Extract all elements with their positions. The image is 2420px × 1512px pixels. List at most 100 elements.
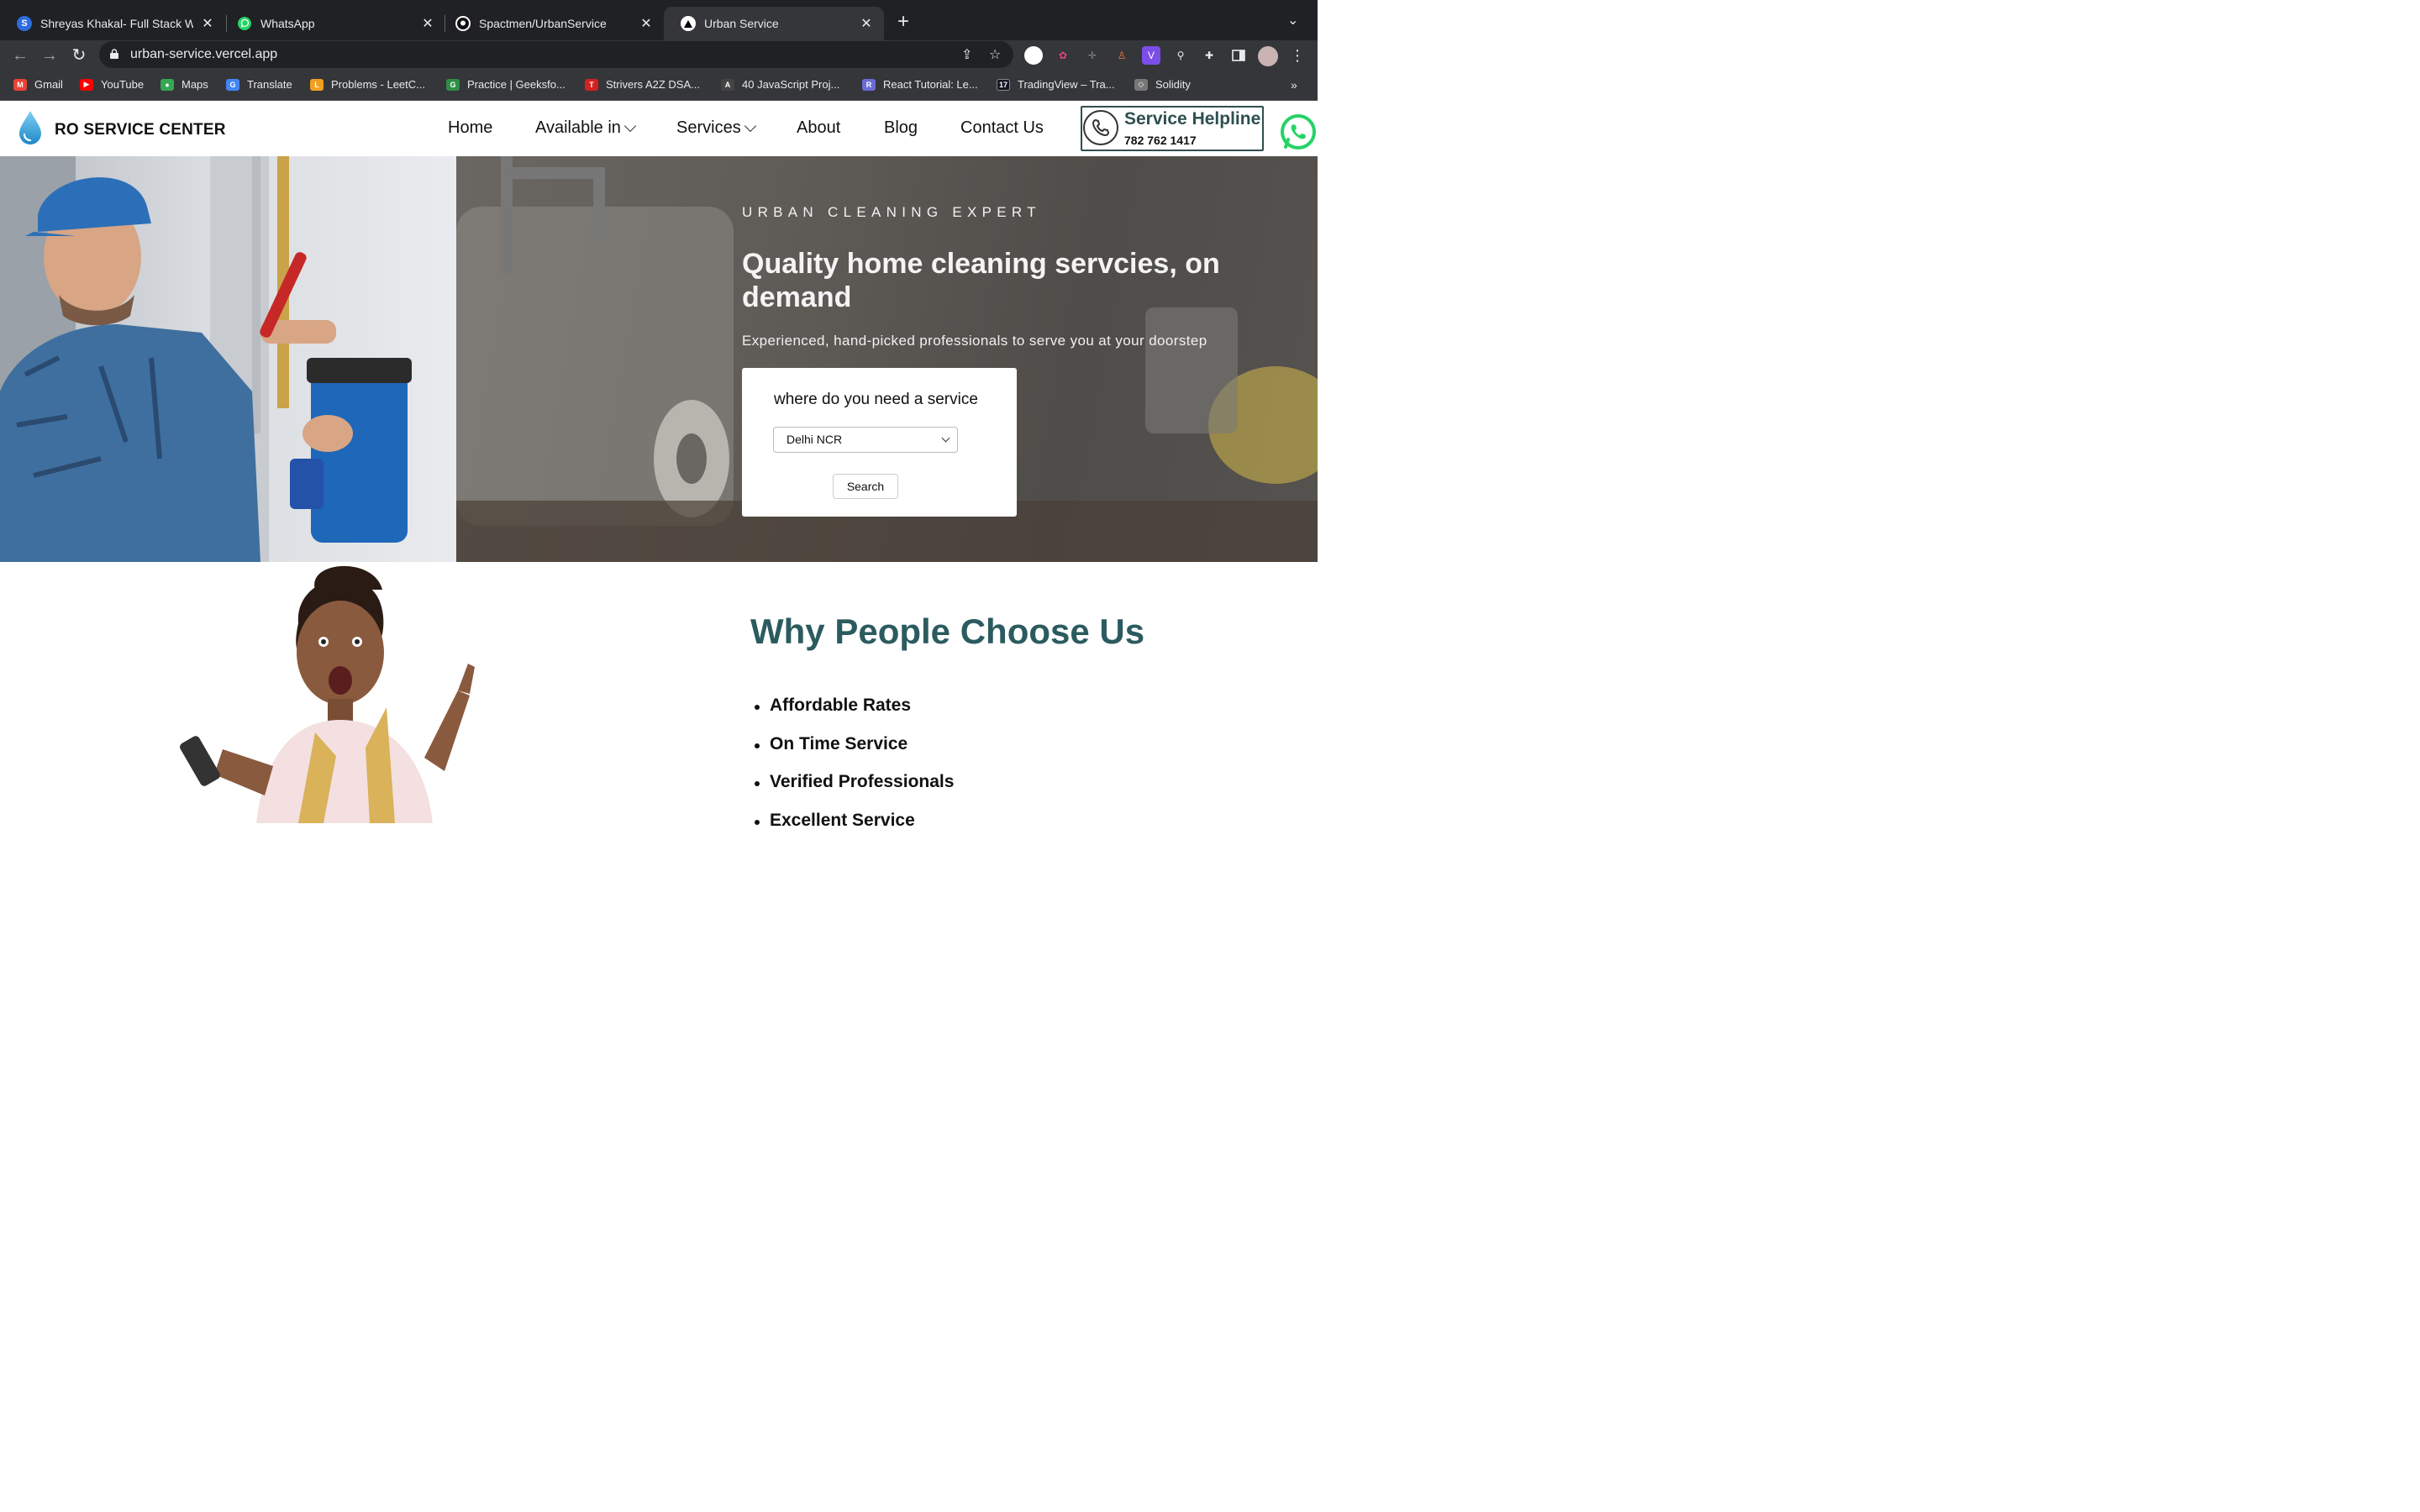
bookmark-label: Translate	[247, 78, 292, 91]
tab-github[interactable]: Spactmen/UrbanService ✕	[439, 7, 664, 40]
service-search-card: where do you need a service Delhi NCR Se…	[742, 368, 1017, 517]
close-icon[interactable]: ✕	[200, 15, 215, 32]
plumber-illustration-icon	[0, 156, 412, 562]
close-icon[interactable]: ✕	[859, 15, 874, 32]
bookmark-label: Problems - LeetC...	[331, 78, 425, 91]
bookmarks-overflow-button[interactable]: »	[1291, 78, 1297, 92]
close-icon[interactable]: ✕	[639, 15, 654, 32]
bookmark-js-projects[interactable]: A 40 JavaScript Proj...	[721, 78, 839, 91]
bookmark-gmail[interactable]: M Gmail	[13, 78, 63, 91]
bookmark-maps[interactable]: ● Maps	[160, 78, 208, 91]
react-icon: R	[862, 78, 876, 91]
tab-urban-service[interactable]: Urban Service ✕	[664, 7, 884, 40]
extension-v-icon[interactable]: V	[1142, 46, 1160, 65]
tab-label: Spactmen/UrbanService	[479, 17, 607, 30]
chevron-down-icon	[623, 119, 637, 132]
bookmark-solidity[interactable]: ◇ Solidity	[1134, 78, 1191, 91]
bookmark-leetcode[interactable]: L Problems - LeetC...	[310, 78, 425, 91]
nav-label: Home	[448, 118, 493, 137]
tradingview-icon: 17	[997, 78, 1010, 91]
selected-city: Delhi NCR	[786, 433, 843, 446]
phone-icon	[1083, 110, 1118, 145]
forward-arrow-icon[interactable]: →	[39, 45, 60, 66]
nav-blog[interactable]: Blog	[884, 118, 918, 138]
bookmark-label: Maps	[182, 78, 208, 91]
profile-avatar-icon[interactable]	[1258, 46, 1278, 66]
js-icon: A	[721, 78, 734, 91]
service-helpline-box[interactable]: Service Helpline 782 762 1417	[1081, 106, 1264, 151]
gfg-icon: G	[446, 78, 460, 91]
bookmark-react-tutorial[interactable]: R React Tutorial: Le...	[862, 78, 978, 91]
search-button[interactable]: Search	[833, 474, 898, 499]
nav-home[interactable]: Home	[448, 118, 492, 138]
lock-icon	[110, 49, 118, 59]
side-panel-icon[interactable]	[1229, 46, 1248, 65]
list-item-text: Verified Professionals	[770, 772, 955, 792]
maps-icon: ●	[160, 78, 174, 91]
close-icon[interactable]: ✕	[420, 15, 435, 32]
list-item-text: On Time Service	[770, 733, 908, 753]
share-icon[interactable]: ⇪	[961, 46, 972, 63]
tab-label: Urban Service	[704, 17, 779, 30]
extension-circle-icon[interactable]	[1024, 46, 1043, 65]
bookmark-youtube[interactable]: ▶ YouTube	[80, 78, 144, 91]
bookmark-label: YouTube	[101, 78, 145, 91]
gmail-icon: M	[13, 78, 27, 91]
address-bar[interactable]: urban-service.vercel.app ⇪ ☆	[99, 41, 1013, 68]
reload-icon[interactable]: ↻	[68, 45, 90, 66]
tab-shreyas[interactable]: S Shreyas Khakal- Full Stack We ✕	[0, 7, 225, 40]
bookmark-label: Solidity	[1155, 78, 1191, 91]
tab-whatsapp[interactable]: WhatsApp ✕	[220, 7, 445, 40]
chevron-down-icon	[941, 433, 950, 443]
bookmark-strivers[interactable]: T Strivers A2Z DSA...	[585, 78, 700, 91]
youtube-icon: ▶	[80, 78, 93, 91]
list-item: Excellent Service	[753, 811, 954, 849]
helpline-number: 782 762 1417	[1124, 134, 1197, 147]
whatsapp-icon[interactable]	[1279, 113, 1318, 151]
extension-person-icon[interactable]: ♙	[1113, 46, 1131, 65]
tab-search-chevron-icon[interactable]: ⌄	[1287, 12, 1298, 29]
bookmark-tradingview[interactable]: 17 TradingView – Tra...	[997, 78, 1115, 91]
nav-contact-us[interactable]: Contact Us	[960, 118, 1044, 138]
browser-menu-icon[interactable]: ⋮	[1288, 46, 1307, 65]
new-tab-button[interactable]: +	[892, 12, 914, 34]
tab-label: Shreyas Khakal- Full Stack We	[40, 17, 193, 30]
browser-toolbar: ← → ↻ urban-service.vercel.app ⇪ ☆ ✿ ✛ ♙…	[0, 40, 1318, 71]
list-item: Verified Professionals	[753, 772, 954, 811]
bullet-icon	[755, 743, 760, 748]
water-drop-logo-icon[interactable]	[17, 110, 44, 145]
extension-flower-icon[interactable]: ✿	[1054, 46, 1072, 65]
plumber-photo	[0, 156, 456, 562]
browser-tab-strip: S Shreyas Khakal- Full Stack We ✕ WhatsA…	[0, 0, 1318, 40]
bookmark-star-icon[interactable]: ☆	[989, 46, 1001, 63]
list-item: Affordable Rates	[753, 696, 954, 734]
hero-headline: Quality home cleaning servcies, on deman…	[742, 248, 1220, 313]
excited-woman-photo	[180, 565, 475, 823]
extensions-puzzle-icon[interactable]: ✚	[1200, 46, 1218, 65]
solidity-icon: ◇	[1134, 78, 1148, 91]
extension-magnifier-icon[interactable]: ⚲	[1171, 46, 1190, 65]
service-location-question: where do you need a service	[774, 391, 978, 408]
city-select[interactable]: Delhi NCR	[773, 427, 958, 453]
nav-label: About	[797, 118, 841, 137]
nav-available-in[interactable]: Available in	[535, 118, 637, 138]
hero-section: URBAN CLEANING EXPERT Quality home clean…	[0, 156, 1318, 562]
chevron-down-icon	[744, 119, 756, 132]
nav-label: Available in	[535, 118, 621, 137]
s-favicon-icon: S	[17, 16, 32, 31]
leetcode-icon: L	[310, 78, 324, 91]
tuf-icon: T	[585, 78, 598, 91]
bookmark-geeksforgeeks[interactable]: G Practice | Geeksfo...	[446, 78, 566, 91]
hero-eyebrow: URBAN CLEANING EXPERT	[742, 204, 1041, 220]
bookmark-translate[interactable]: G Translate	[226, 78, 292, 91]
github-icon	[455, 16, 471, 31]
back-arrow-icon[interactable]: ←	[9, 45, 31, 66]
bookmark-label: Gmail	[34, 78, 63, 91]
extension-cross-icon[interactable]: ✛	[1083, 46, 1102, 65]
bookmark-label: React Tutorial: Le...	[883, 78, 978, 91]
brand-name[interactable]: RO SERVICE CENTER	[55, 121, 226, 139]
nav-about[interactable]: About	[797, 118, 840, 138]
list-item-text: Excellent Service	[770, 810, 915, 830]
nav-services[interactable]: Services	[676, 118, 756, 138]
tab-label: WhatsApp	[260, 17, 315, 30]
